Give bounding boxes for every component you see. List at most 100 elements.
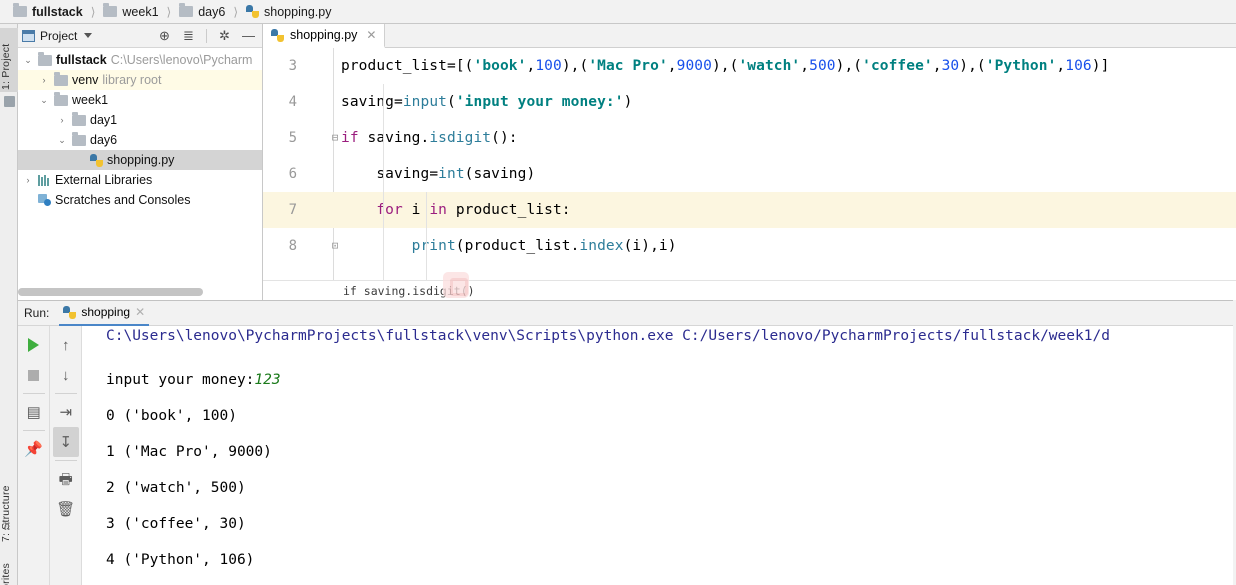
run-toolbar-secondary-column: ↑ ↓ ⇥ ↧ 🖶 🗑 bbox=[49, 326, 81, 585]
code-line-text: if saving.isdigit(): bbox=[341, 130, 518, 146]
tree-item-scratches-and-consoles[interactable]: Scratches and Consoles bbox=[18, 190, 262, 210]
line-number: 8 bbox=[288, 238, 297, 254]
run-panel-body: ▤ 📌 ↑ ↓ ⇥ ↧ 🖶 🗑 C:\Users\lenovo\PycharmP… bbox=[18, 326, 1236, 585]
pin-tab-button[interactable]: 📌 bbox=[21, 434, 47, 464]
tree-item-external-libraries[interactable]: › External Libraries bbox=[18, 170, 262, 190]
breadcrumb-week1[interactable]: week1 bbox=[100, 2, 161, 22]
tree-item-label: shopping.py bbox=[107, 153, 175, 167]
locate-icon[interactable]: ⊕ bbox=[155, 26, 174, 45]
tool-button-project[interactable]: 1: Project bbox=[0, 28, 18, 92]
close-icon[interactable]: ✕ bbox=[135, 305, 145, 319]
run-tab-shopping[interactable]: shopping ✕ bbox=[59, 301, 150, 326]
code-line-text: saving=input('input your money:') bbox=[341, 94, 633, 110]
scratches-icon bbox=[38, 194, 51, 206]
project-window-icon bbox=[4, 96, 15, 107]
tree-item-shopping-py[interactable]: shopping.py bbox=[18, 150, 262, 170]
editor-tab-label: shopping.py bbox=[290, 28, 358, 42]
code-editor[interactable]: 3 product_list=[('book',100),('Mac Pro',… bbox=[263, 48, 1236, 300]
tree-item-fullstack[interactable]: ⌄ fullstack C:\Users\lenovo\Pycharm bbox=[18, 50, 262, 70]
divider bbox=[22, 393, 45, 394]
run-panel-label: Run: bbox=[24, 306, 50, 320]
console-prompt-line: input your money:123 bbox=[106, 362, 1236, 398]
up-the-stack-trace-button[interactable]: ↑ bbox=[53, 330, 79, 360]
pycharm-window: fullstack ⟩ week1 ⟩ day6 ⟩ shopping.py 1… bbox=[0, 0, 1236, 585]
line-number: 6 bbox=[288, 166, 297, 182]
project-tree: ⌄ fullstack C:\Users\lenovo\Pycharm › ve… bbox=[18, 48, 262, 288]
chevron-down-icon[interactable]: ⌄ bbox=[38, 95, 50, 106]
breadcrumb-fullstack[interactable]: fullstack bbox=[10, 2, 86, 22]
navigation-bar: fullstack ⟩ week1 ⟩ day6 ⟩ shopping.py bbox=[0, 0, 1236, 24]
tree-item-label: week1 bbox=[72, 93, 109, 107]
project-tool-window: Project ⊕ ≣ ✲ — ⌄ fullstack C:\Users\len… bbox=[18, 24, 263, 300]
project-panel-header: Project ⊕ ≣ ✲ — bbox=[18, 24, 262, 48]
code-line-4[interactable]: 4 saving=input('input your money:') bbox=[263, 84, 1236, 120]
console-output-line: 0 ('book', 100) bbox=[106, 408, 237, 424]
gear-icon[interactable]: ✲ bbox=[215, 26, 234, 45]
line-number: 5 bbox=[288, 130, 297, 146]
python-file-icon bbox=[63, 305, 77, 319]
hide-icon[interactable]: — bbox=[239, 26, 258, 45]
down-the-stack-trace-button[interactable]: ↓ bbox=[53, 360, 79, 390]
indent-guide bbox=[383, 84, 384, 300]
folder-icon bbox=[54, 91, 68, 106]
folder-icon bbox=[72, 131, 86, 146]
chevron-down-icon[interactable]: ⌄ bbox=[22, 55, 34, 66]
tree-item-venv[interactable]: › venv library root bbox=[18, 70, 262, 90]
folder-icon bbox=[103, 3, 118, 17]
editor-breadcrumb[interactable]: if saving.isdigit() bbox=[263, 280, 1236, 300]
scroll-to-end-button[interactable]: ↧ bbox=[52, 427, 79, 457]
tree-item-path: C:\Users\lenovo\Pycharm bbox=[110, 53, 253, 67]
fold-collapse-icon[interactable]: ⊟ bbox=[329, 120, 341, 156]
external-libraries-icon bbox=[38, 174, 51, 186]
clear-all-button[interactable]: 🗑 bbox=[53, 494, 79, 524]
breadcrumb-separator-icon: ⟩ bbox=[233, 4, 239, 19]
print-button[interactable]: 🖶 bbox=[53, 464, 79, 494]
breadcrumb-label: day6 bbox=[198, 4, 226, 19]
soft-wrap-button[interactable]: ⇥ bbox=[53, 397, 79, 427]
console-view-button[interactable]: ▤ bbox=[21, 397, 47, 427]
breadcrumb-day6[interactable]: day6 bbox=[176, 2, 228, 22]
tree-item-week1[interactable]: ⌄ week1 bbox=[18, 90, 262, 110]
run-toolbar-primary-column: ▤ 📌 bbox=[18, 326, 49, 585]
code-line-3[interactable]: 3 product_list=[('book',100),('Mac Pro',… bbox=[263, 48, 1236, 84]
code-line-text: product_list=[('book',100),('Mac Pro',90… bbox=[341, 58, 1110, 74]
code-line-8[interactable]: 8 ⊡ print(product_list.index(i),i) bbox=[263, 228, 1236, 264]
breadcrumb-separator-icon: ⟩ bbox=[166, 4, 172, 19]
stop-button[interactable] bbox=[21, 360, 47, 390]
chevron-right-icon[interactable]: › bbox=[38, 75, 50, 85]
console-prompt-text: input your money: bbox=[106, 372, 255, 388]
chevron-down-icon[interactable]: ⌄ bbox=[56, 135, 68, 146]
close-icon[interactable]: ✕ bbox=[366, 28, 376, 42]
editor-tab-shopping-py[interactable]: shopping.py ✕ bbox=[263, 24, 386, 48]
rerun-button[interactable] bbox=[21, 330, 47, 360]
code-line-5[interactable]: 5 ⊟ if saving.isdigit(): bbox=[263, 120, 1236, 156]
divider bbox=[22, 430, 45, 431]
console-output-line: 4 ('Python', 106) bbox=[106, 552, 255, 568]
console-output[interactable]: C:\Users\lenovo\PycharmProjects\fullstac… bbox=[82, 326, 1236, 585]
tool-button-favorites[interactable]: Favorites bbox=[0, 546, 18, 585]
project-horizontal-scrollbar[interactable] bbox=[18, 288, 263, 296]
divider bbox=[54, 393, 77, 394]
code-line-7[interactable]: 7 for i in product_list: bbox=[263, 192, 1236, 228]
console-command-line: C:\Users\lenovo\PycharmProjects\fullstac… bbox=[106, 328, 1110, 344]
tree-item-label: day1 bbox=[90, 113, 118, 127]
breadcrumb-separator-icon: ⟩ bbox=[90, 4, 96, 19]
tree-item-day6[interactable]: ⌄ day6 bbox=[18, 130, 262, 150]
run-tab-label: shopping bbox=[81, 305, 131, 319]
folder-icon bbox=[179, 3, 194, 17]
fold-end-icon[interactable]: ⊡ bbox=[329, 228, 341, 264]
console-output-line: 3 ('coffee', 30) bbox=[106, 516, 246, 532]
chevron-down-icon[interactable] bbox=[84, 33, 93, 38]
tree-item-day1[interactable]: › day1 bbox=[18, 110, 262, 130]
line-number: 3 bbox=[288, 58, 297, 74]
breadcrumb-label: week1 bbox=[122, 4, 159, 19]
chevron-right-icon[interactable]: › bbox=[56, 115, 68, 125]
code-line-text: saving=int(saving) bbox=[341, 166, 536, 182]
code-line-6[interactable]: 6 saving=int(saving) bbox=[263, 156, 1236, 192]
console-output-line: 2 ('watch', 500) bbox=[106, 480, 246, 496]
tree-item-label: day6 bbox=[90, 133, 118, 147]
collapse-all-icon[interactable]: ≣ bbox=[179, 26, 198, 45]
breadcrumb-shopping-py[interactable]: shopping.py bbox=[243, 2, 334, 22]
folder-icon bbox=[72, 111, 86, 126]
chevron-right-icon[interactable]: › bbox=[22, 175, 34, 185]
